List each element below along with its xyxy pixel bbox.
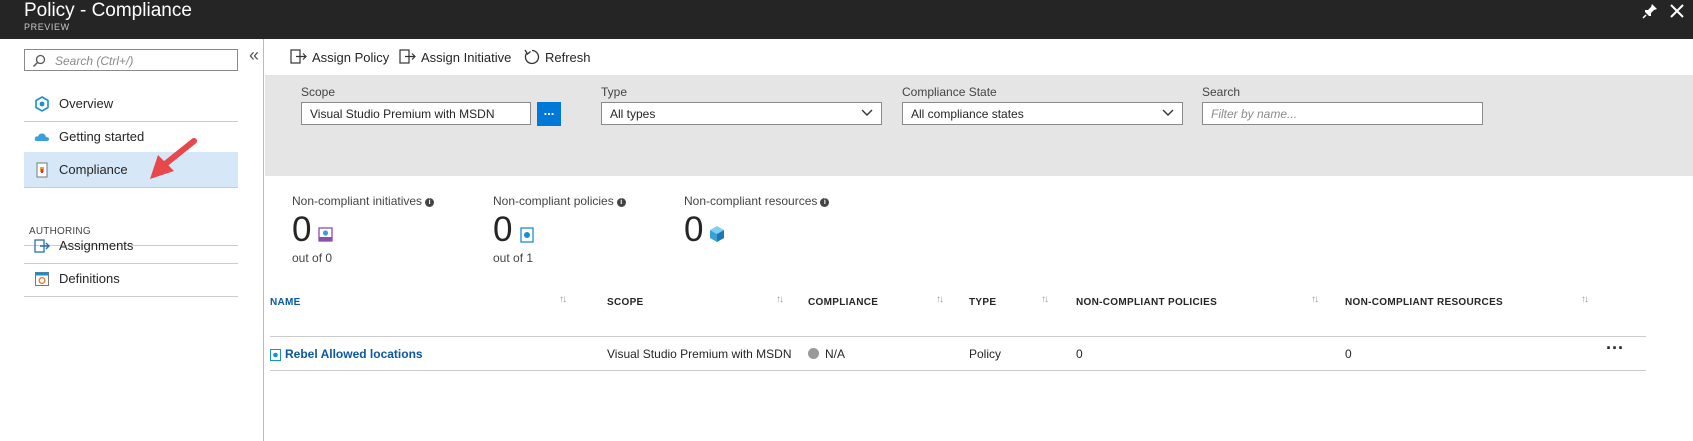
assign-icon (399, 49, 416, 64)
assign-icon (290, 49, 307, 64)
cloud-icon (34, 133, 50, 141)
assign-policy-label: Assign Policy (312, 50, 390, 65)
sidebar-item-label: Definitions (59, 271, 120, 286)
policy-icon (270, 349, 281, 361)
stat-noncompliant-initiatives: Non-compliant initiatives i 0 out of 0 (292, 194, 435, 265)
chevron-down-icon (861, 109, 873, 116)
sort-icon[interactable]: ↑↓ (1041, 294, 1049, 305)
stat-label: Non-compliant initiatives (292, 194, 423, 208)
info-icon[interactable]: i (616, 198, 626, 207)
stat-sub: out of 1 (493, 251, 534, 265)
column-header-noncompliant-resources[interactable]: NON-COMPLIANT RESOURCES (1345, 297, 1503, 308)
row-noncompliant-resources: 0 (1345, 347, 1352, 361)
row-noncompliant-policies: 0 (1076, 347, 1083, 361)
window-subtitle: PREVIEW (24, 22, 70, 32)
stat-label: Non-compliant resources (684, 194, 818, 208)
scope-field[interactable]: Visual Studio Premium with MSDN (301, 102, 531, 125)
row-type: Policy (969, 347, 1002, 361)
row-compliance: N/A (808, 347, 845, 361)
resource-cube-icon (710, 226, 724, 242)
stat-label: Non-compliant policies (493, 194, 614, 208)
filter-by-name-input[interactable]: Filter by name... (1202, 102, 1483, 125)
row-compliance-value: N/A (825, 347, 846, 361)
info-icon[interactable]: i (820, 198, 830, 207)
type-label: Type (601, 85, 628, 99)
sort-icon[interactable]: ↑↓ (1311, 294, 1319, 305)
type-value: All types (610, 107, 656, 121)
assignments-icon (34, 239, 50, 253)
stat-value: 0 (292, 210, 312, 249)
scope-label: Scope (301, 85, 336, 99)
type-dropdown[interactable]: All types (601, 102, 882, 125)
initiative-icon (318, 227, 333, 242)
scope-picker-button[interactable]: ... (537, 102, 561, 126)
search-label: Search (1202, 85, 1241, 99)
compliance-state-dropdown[interactable]: All compliance states (902, 102, 1183, 125)
sort-icon[interactable]: ↑↓ (559, 294, 567, 305)
scope-value: Visual Studio Premium with MSDN (310, 107, 495, 121)
policy-icon (520, 227, 534, 243)
sidebar-item-assignments[interactable]: Assignments (24, 228, 238, 264)
sort-icon[interactable]: ↑↓ (1581, 294, 1589, 305)
policy-name-link[interactable]: Rebel Allowed locations (285, 347, 423, 361)
definitions-icon (35, 272, 49, 286)
pin-icon[interactable] (1641, 2, 1659, 20)
stat-sub: out of 0 (292, 251, 333, 265)
chevron-down-icon (1162, 109, 1174, 116)
compliance-state-value: All compliance states (911, 107, 1024, 121)
column-header-scope[interactable]: SCOPE (607, 297, 644, 308)
sidebar-item-label: Assignments (59, 238, 134, 253)
sort-icon[interactable]: ↑↓ (936, 294, 944, 305)
stat-value: 0 (684, 210, 704, 249)
sidebar-search-input[interactable]: Search (Ctrl+/) (24, 49, 238, 71)
row-divider (270, 370, 1646, 371)
column-header-type[interactable]: TYPE (969, 297, 996, 308)
refresh-icon (524, 49, 540, 65)
info-icon[interactable]: i (425, 198, 435, 207)
sidebar: Search (Ctrl+/) « Overview Getting start… (0, 39, 264, 441)
assign-initiative-label: Assign Initiative (421, 50, 512, 65)
sidebar-item-label: Overview (59, 96, 114, 111)
stat-value: 0 (493, 210, 513, 249)
overview-icon (35, 96, 49, 112)
sidebar-item-label: Getting started (59, 129, 145, 144)
compliance-icon (36, 162, 48, 178)
filter-placeholder: Filter by name... (1211, 107, 1298, 121)
sort-icon[interactable]: ↑↓ (776, 294, 784, 305)
collapse-sidebar-icon[interactable]: « (249, 45, 259, 66)
refresh-label: Refresh (545, 50, 591, 65)
sidebar-item-overview[interactable]: Overview (24, 86, 238, 122)
column-header-noncompliant-policies[interactable]: NON-COMPLIANT POLICIES (1076, 297, 1217, 308)
more-options-icon[interactable]: ··· (1606, 338, 1624, 359)
search-placeholder: Search (Ctrl+/) (55, 54, 134, 68)
compliance-state-label: Compliance State (902, 85, 997, 99)
search-icon (32, 54, 46, 68)
status-dot-icon (808, 348, 819, 359)
column-header-compliance[interactable]: COMPLIANCE (808, 297, 878, 308)
stat-noncompliant-policies: Non-compliant policies i 0 out of 1 (493, 194, 626, 265)
window-title: Policy - Compliance (24, 0, 192, 21)
row-scope: Visual Studio Premium with MSDN (607, 347, 792, 361)
main-panel: Assign Policy Assign Initiative Refresh … (265, 39, 1693, 441)
sidebar-item-getting-started[interactable]: Getting started (24, 119, 238, 155)
sidebar-item-label: Compliance (59, 162, 128, 177)
column-header-name[interactable]: NAME (270, 297, 301, 308)
close-icon[interactable] (1667, 1, 1687, 21)
title-bar: Policy - Compliance PREVIEW (0, 0, 1693, 39)
header-divider (270, 336, 1646, 337)
sidebar-item-compliance[interactable]: Compliance (24, 152, 238, 188)
annotation-arrow-icon (150, 138, 197, 179)
stat-noncompliant-resources: Non-compliant resources i 0 (684, 194, 830, 249)
command-bar: Assign Policy Assign Initiative Refresh (265, 39, 1693, 75)
sidebar-item-definitions[interactable]: Definitions (24, 261, 238, 297)
